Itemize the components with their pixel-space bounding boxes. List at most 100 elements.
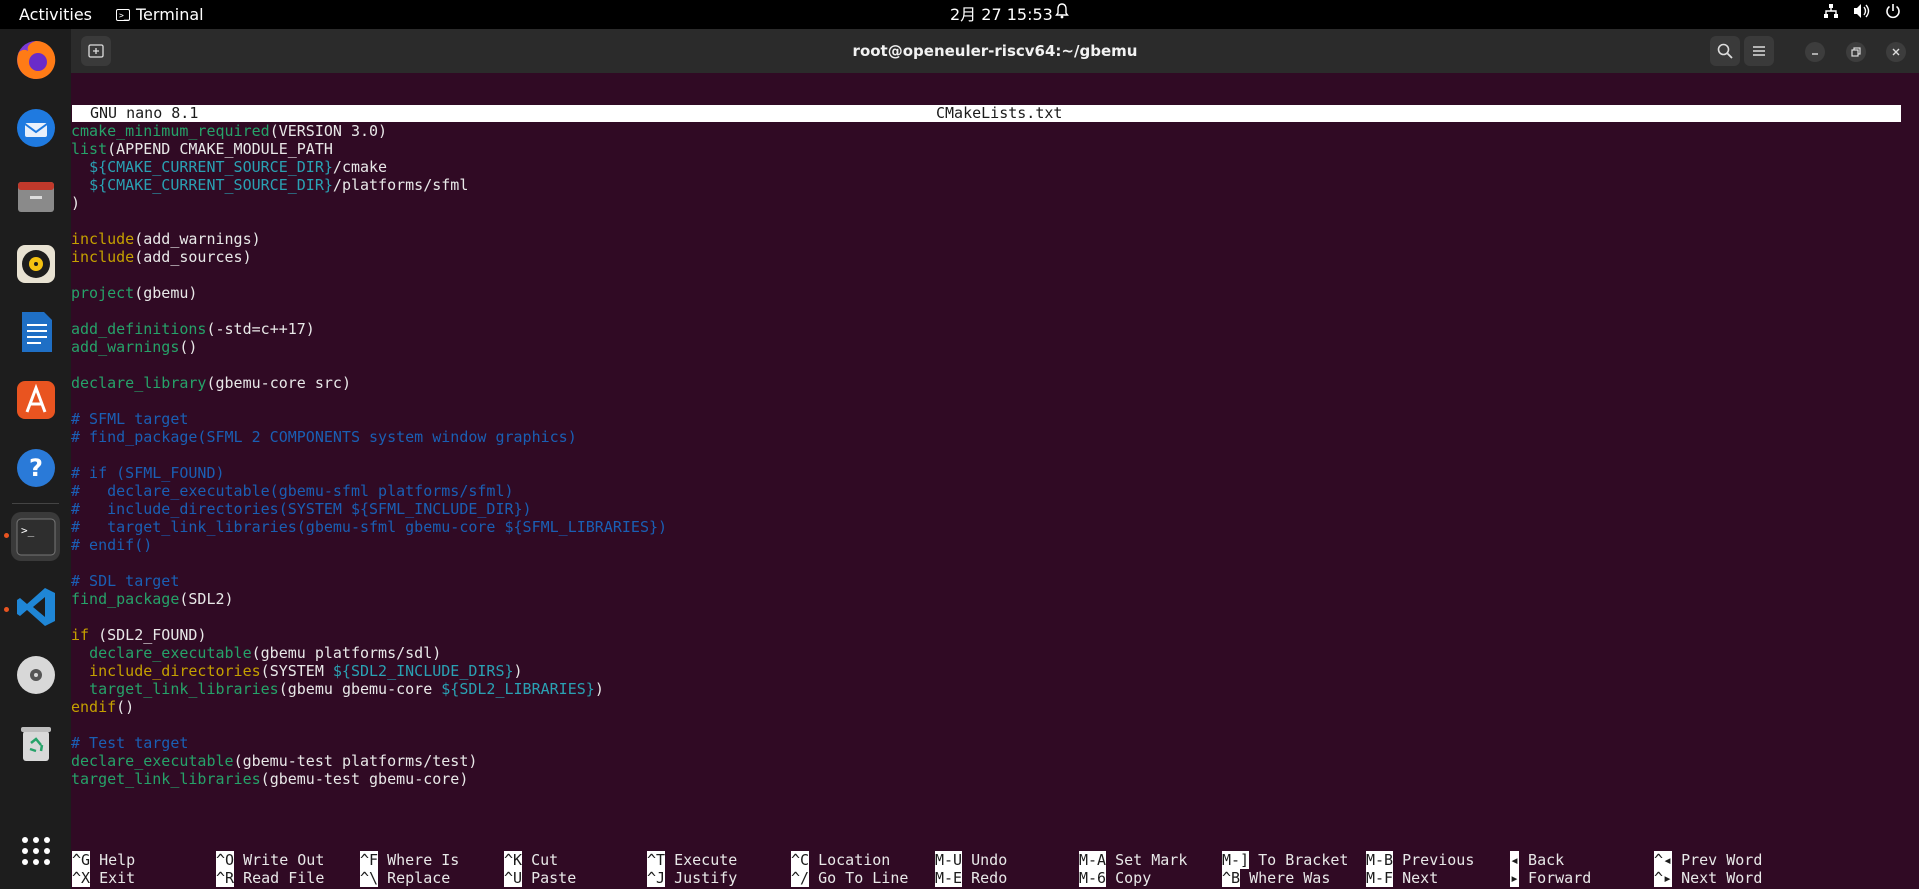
shortcut-label: Justify	[665, 869, 738, 887]
shortcut-next-word: ^▸ Next Word	[1654, 869, 1762, 887]
vscode-icon[interactable]	[11, 582, 60, 631]
shortcut-key: ^\	[360, 869, 379, 887]
code-line: if (SDL2_FOUND)	[71, 626, 207, 644]
terminal-dock-icon[interactable]: >_	[11, 512, 60, 561]
shortcut-label: Where Was	[1240, 869, 1331, 887]
code-line: list(APPEND CMAKE_MODULE_PATH	[71, 140, 333, 158]
window-title: root@openeuler-riscv64:~/gbemu	[852, 42, 1138, 60]
code-line: # endif()	[71, 536, 153, 554]
shortcut-key: M-A	[1079, 851, 1107, 869]
shortcut-location: ^C Location	[791, 851, 890, 869]
shortcut-key: ^R	[216, 869, 235, 887]
shortcut-label: Cut	[522, 851, 559, 869]
shortcut-key: M-B	[1366, 851, 1394, 869]
volume-icon[interactable]	[1853, 0, 1871, 29]
nano-version: GNU nano 8.1	[90, 104, 199, 122]
disc-icon[interactable]	[11, 650, 60, 699]
shortcut-label: Prev Word	[1672, 851, 1763, 869]
svg-text:>_: >_	[21, 524, 35, 537]
files-icon[interactable]	[11, 171, 60, 220]
shortcut-label: Help	[90, 851, 136, 869]
shortcut-key: M-E	[935, 869, 963, 887]
dock: ? >_	[0, 29, 71, 889]
shortcut-key: ^T	[647, 851, 666, 869]
shortcut-copy: M-6 Copy	[1079, 869, 1151, 887]
shortcut-justify: ^J Justify	[647, 869, 737, 887]
shortcut-exit: ^X Exit	[72, 869, 135, 887]
code-line: target_link_libraries(gbemu-test gbemu-c…	[71, 770, 469, 788]
shortcut-replace: ^\ Replace	[360, 869, 450, 887]
shortcut-set-mark: M-A Set Mark	[1079, 851, 1187, 869]
search-button[interactable]	[1710, 36, 1740, 66]
thunderbird-icon[interactable]	[11, 103, 60, 152]
shortcut-label: Replace	[378, 869, 451, 887]
code-line: # if (SFML_FOUND)	[71, 464, 225, 482]
rhythmbox-icon[interactable]	[11, 239, 60, 288]
app-menu[interactable]: >_ Terminal	[116, 0, 204, 29]
shortcut-prev-word: ^◂ Prev Word	[1654, 851, 1762, 869]
top-bar: Activities >_ Terminal 2月 27 15:53	[0, 0, 1919, 29]
shortcut-paste: ^U Paste	[504, 869, 576, 887]
header-bar: root@openeuler-riscv64:~/gbemu	[71, 29, 1919, 73]
clock[interactable]: 2月 27 15:53	[950, 0, 1053, 29]
shortcut-key: M-]	[1222, 851, 1250, 869]
shortcut-cut: ^K Cut	[504, 851, 558, 869]
shortcut-label: Go To Line	[809, 869, 909, 887]
shortcut-where-is: ^F Where Is	[360, 851, 459, 869]
shortcut-key: ^X	[72, 869, 91, 887]
network-icon[interactable]	[1823, 0, 1839, 29]
app-center-icon[interactable]	[11, 375, 60, 424]
notification-icon[interactable]	[1055, 0, 1069, 29]
app-menu-label: Terminal	[136, 5, 204, 24]
code-line: include_directories(SYSTEM ${SDL2_INCLUD…	[89, 662, 523, 680]
shortcut-key: ^O	[216, 851, 235, 869]
code-line: # Test target	[71, 734, 189, 752]
shortcut-redo: M-E Redo	[935, 869, 1007, 887]
libreoffice-writer-icon[interactable]	[11, 307, 60, 356]
show-apps-icon[interactable]	[11, 826, 60, 875]
terminal-window: root@openeuler-riscv64:~/gbemu GNU nano …	[71, 29, 1919, 889]
shortcut-key: ^/	[791, 869, 810, 887]
shortcut-key: ^◂	[1654, 851, 1673, 869]
terminal-app-icon: >_	[116, 8, 130, 21]
shortcut-key: M-6	[1079, 869, 1107, 887]
system-tray[interactable]	[1823, 0, 1901, 29]
shortcut-label: Redo	[962, 869, 1008, 887]
code-line: include(add_warnings)	[71, 230, 261, 248]
close-button[interactable]	[1886, 42, 1906, 62]
shortcut-key: ^▸	[1654, 869, 1673, 887]
maximize-button[interactable]	[1846, 42, 1866, 62]
shortcut-where-was: ^B Where Was	[1222, 869, 1330, 887]
help-icon[interactable]: ?	[11, 443, 60, 492]
menu-button[interactable]	[1744, 36, 1774, 66]
minimize-button[interactable]	[1805, 42, 1825, 62]
shortcut-execute: ^T Execute	[647, 851, 737, 869]
shortcut-key: ^C	[791, 851, 810, 869]
firefox-icon[interactable]	[11, 35, 60, 84]
shortcut-label: Execute	[665, 851, 738, 869]
power-icon[interactable]	[1885, 0, 1901, 29]
code-line: find_package(SDL2)	[71, 590, 234, 608]
shortcut-key: ^J	[647, 869, 666, 887]
code-line: # include_directories(SYSTEM ${SFML_INCL…	[71, 500, 532, 518]
shortcut-label: Location	[809, 851, 891, 869]
shortcut-label: Where Is	[378, 851, 460, 869]
shortcut-go-to-line: ^/ Go To Line	[791, 869, 908, 887]
editor-buffer[interactable]: cmake_minimum_required(VERSION 3.0) list(…	[71, 122, 1891, 788]
trash-icon[interactable]	[11, 718, 60, 767]
shortcut-next: M-F Next	[1366, 869, 1438, 887]
activities-button[interactable]: Activities	[19, 0, 92, 29]
nano-title-bar: GNU nano 8.1 CMakeLists.txt	[72, 105, 1901, 122]
shortcut-key: ◂	[1510, 851, 1520, 869]
shortcut-label: Copy	[1106, 869, 1152, 887]
shortcut-label: Forward	[1519, 869, 1592, 887]
code-line: ${CMAKE_CURRENT_SOURCE_DIR}/platforms/sf…	[89, 176, 469, 194]
shortcut-label: To Bracket	[1249, 851, 1349, 869]
terminal-content[interactable]: GNU nano 8.1 CMakeLists.txt cmake_minimu…	[71, 73, 1919, 889]
code-line: declare_executable(gbemu-test platforms/…	[71, 752, 478, 770]
